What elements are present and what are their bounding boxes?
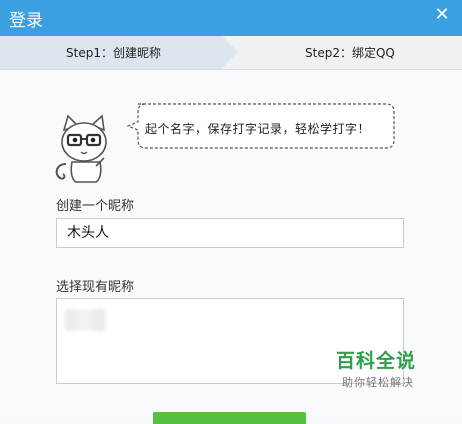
step-2-label: Step2：绑定QQ [305, 46, 395, 60]
next-button[interactable] [153, 412, 306, 424]
close-icon[interactable]: ✕ [432, 4, 452, 26]
window-title: 登录 [9, 11, 43, 31]
step-arrow [222, 36, 238, 68]
create-nickname-label: 创建一个昵称 [56, 199, 135, 214]
bubble-text: 起个名字，保存打字记录，轻松学打字！ [145, 122, 371, 136]
step-1-label: Step1：创建昵称 [66, 46, 161, 60]
watermark-subtitle: 助你轻松解决 [342, 376, 414, 389]
nickname-input[interactable]: 木头人 [56, 218, 404, 248]
title-bar: 登录 ✕ [0, 0, 462, 36]
watermark-title: 百科全说 [336, 350, 417, 372]
choose-nickname-label: 选择现有昵称 [56, 280, 135, 295]
list-item[interactable] [65, 309, 105, 331]
step-indicator: Step1：创建昵称 Step2：绑定QQ [0, 36, 462, 70]
watermark-logo: 百科全说 助你轻松解决 [320, 342, 462, 394]
main-content: 起个名字，保存打字记录，轻松学打字！ 创建一个昵称 木头人 选择现有昵称 百科全… [0, 70, 462, 424]
cat-mascot-icon [55, 114, 107, 183]
